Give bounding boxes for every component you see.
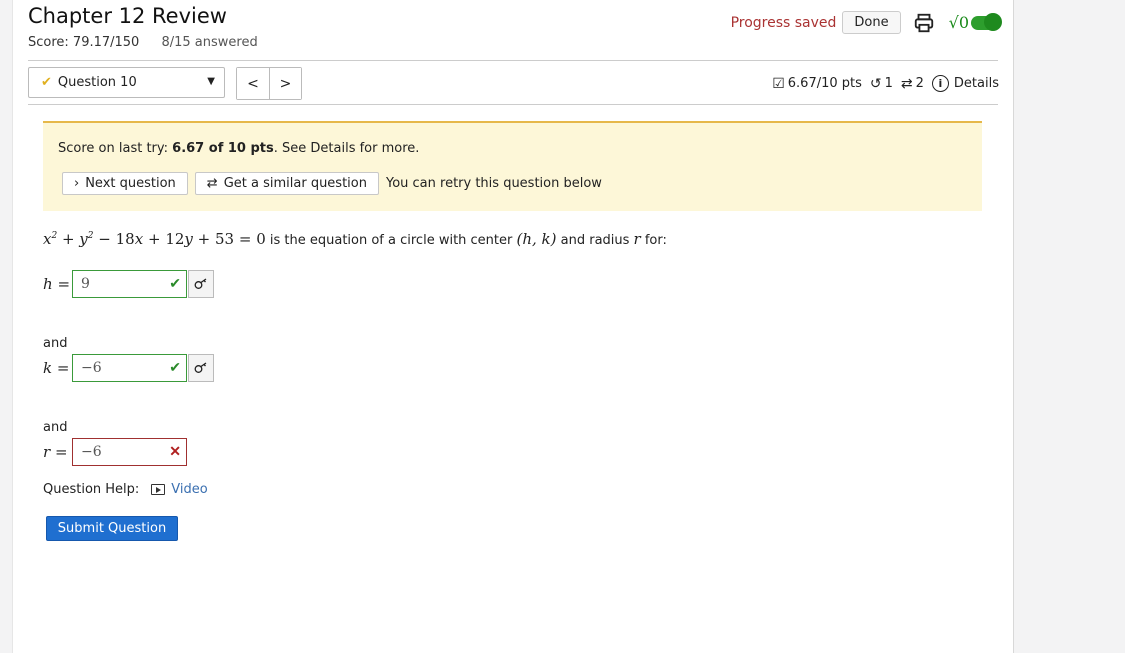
divider bbox=[28, 104, 998, 105]
chevron-right-icon: › bbox=[74, 176, 80, 191]
center-expression: (h, k) bbox=[516, 230, 557, 248]
math-input-toggle[interactable] bbox=[971, 12, 1002, 31]
next-question-arrow-button[interactable]: > bbox=[269, 68, 301, 99]
answered-count: 8/15 answered bbox=[161, 35, 258, 50]
details-link[interactable]: Details bbox=[954, 76, 999, 91]
answer-value-h: 9 bbox=[81, 276, 90, 292]
question-nav: < > bbox=[236, 67, 302, 100]
done-button[interactable]: Done bbox=[842, 11, 901, 34]
answer-var-k: k bbox=[43, 359, 53, 377]
question-tail: is the equation of a circle with center bbox=[265, 233, 517, 248]
question-help: Question Help: Video bbox=[43, 482, 208, 497]
and-label: and bbox=[43, 420, 68, 435]
answer-label: h = bbox=[43, 275, 71, 293]
score-banner: Score on last try: 6.67 of 10 pts. See D… bbox=[43, 121, 982, 211]
correct-check-icon: ✔ bbox=[169, 276, 181, 292]
answer-var-h: h bbox=[43, 275, 53, 293]
print-icon[interactable] bbox=[913, 12, 935, 34]
similar-question-button[interactable]: ⇄ Get a similar question bbox=[194, 172, 379, 195]
video-label: Video bbox=[171, 482, 208, 497]
banner-actions: › Next question ⇄ Get a similar question Y… bbox=[62, 172, 602, 195]
submit-question-button[interactable]: Submit Question bbox=[46, 516, 178, 541]
video-play-icon bbox=[151, 484, 166, 495]
question-for: for: bbox=[640, 233, 667, 248]
answer-row-h: h = 9 ✔ bbox=[43, 270, 214, 298]
incorrect-x-icon: ✕ bbox=[169, 444, 181, 460]
answer-value-r: −6 bbox=[81, 444, 102, 460]
correct-check-icon: ✔ bbox=[169, 360, 181, 376]
question-select-value: Question 10 bbox=[57, 75, 137, 90]
key-icon[interactable] bbox=[188, 354, 214, 382]
retry-count: 1 bbox=[884, 76, 893, 91]
points-value: 6.67/10 pts bbox=[787, 76, 862, 91]
question-select[interactable]: ✔ Question 10 ▼ bbox=[28, 67, 225, 98]
chevron-down-icon: ▼ bbox=[207, 76, 215, 87]
answer-label: r = bbox=[43, 443, 68, 461]
score-line: Score: 79.17/150 8/15 answered bbox=[28, 35, 258, 50]
video-link[interactable]: Video bbox=[151, 482, 208, 497]
next-question-label: Next question bbox=[85, 176, 176, 191]
answer-input-r[interactable]: −6 ✕ bbox=[72, 438, 187, 466]
page-title: Chapter 12 Review bbox=[28, 4, 227, 28]
retry-icon: ↺ bbox=[869, 75, 882, 92]
similar-count: 2 bbox=[915, 76, 924, 91]
answer-var-r: r bbox=[43, 443, 51, 461]
answer-value-k: −6 bbox=[81, 360, 102, 376]
similar-icon: ⇄ bbox=[206, 176, 218, 191]
banner-message: Score on last try: 6.67 of 10 pts. See D… bbox=[58, 141, 419, 156]
and-label: and bbox=[43, 336, 68, 351]
radius-variable: r bbox=[633, 230, 641, 248]
equation: x2 + y2 − 18x + 12y + 53 = 0 bbox=[43, 230, 266, 248]
banner-score-value: 6.67 of 10 pts bbox=[172, 141, 274, 156]
progress-saved-status: Progress saved bbox=[730, 14, 837, 31]
points-check-icon: ☑ bbox=[772, 75, 785, 92]
answer-row-k: k = −6 ✔ bbox=[43, 354, 214, 382]
answer-input-h[interactable]: 9 ✔ bbox=[72, 270, 187, 298]
question-meta: ☑ 6.67/10 pts ↺ 1 ⇄ 2 i Details bbox=[772, 75, 999, 92]
assignment-page: Chapter 12 Review Score: 79.17/150 8/15 … bbox=[12, 0, 1014, 653]
divider bbox=[28, 60, 998, 61]
score-text: Score: 79.17/150 bbox=[28, 35, 140, 50]
question-help-label: Question Help: bbox=[43, 482, 140, 497]
answer-input-k[interactable]: −6 ✔ bbox=[72, 354, 187, 382]
retry-note: You can retry this question below bbox=[385, 176, 602, 191]
question-text: x2 + y2 − 18x + 12y + 53 = 0 is the equa… bbox=[43, 230, 667, 248]
key-icon[interactable] bbox=[188, 270, 214, 298]
next-question-button[interactable]: › Next question bbox=[62, 172, 188, 195]
header-actions: Progress saved Done √0 bbox=[730, 11, 1002, 34]
banner-score-prefix: Score on last try: bbox=[58, 141, 173, 156]
banner-score-suffix: . See Details for more. bbox=[273, 141, 420, 156]
similar-icon: ⇄ bbox=[900, 75, 913, 92]
answer-row-r: r = −6 ✕ bbox=[43, 438, 187, 466]
partial-check-icon: ✔ bbox=[41, 75, 52, 90]
similar-question-label: Get a similar question bbox=[223, 176, 367, 191]
math-input-toggle-icon: √0 bbox=[948, 13, 969, 32]
previous-question-button[interactable]: < bbox=[237, 68, 269, 99]
answer-label: k = bbox=[43, 359, 70, 377]
question-and-radius: and radius bbox=[556, 233, 634, 248]
info-icon[interactable]: i bbox=[931, 75, 949, 92]
